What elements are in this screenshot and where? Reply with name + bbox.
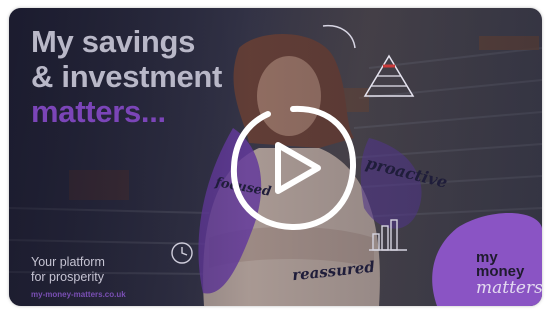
headline-line-1: My savings: [31, 24, 196, 59]
tagline-line-1: Your platform: [31, 255, 105, 269]
tagline-line-2: for prosperity: [31, 270, 104, 284]
play-button[interactable]: [226, 101, 360, 235]
pyramid-icon: [363, 54, 415, 97]
logo-word-matters: matters: [476, 278, 542, 298]
swoosh-decoration: [322, 24, 356, 49]
headline-line-3: matters...: [31, 94, 166, 129]
bar-chart-icon: [369, 219, 407, 251]
headline: My savings & investment matters...: [31, 24, 222, 129]
logo-word-money: money: [476, 263, 525, 280]
video-thumbnail[interactable]: My savings & investment matters... proac…: [9, 8, 542, 306]
my-money-matters-logo: my money matters: [476, 250, 542, 298]
tagline: Your platform for prosperity: [31, 255, 105, 285]
clock-icon: [171, 242, 193, 264]
headline-line-2: & investment: [31, 59, 223, 94]
website-url: my-money-matters.co.uk: [31, 290, 126, 299]
play-icon: [230, 105, 357, 231]
